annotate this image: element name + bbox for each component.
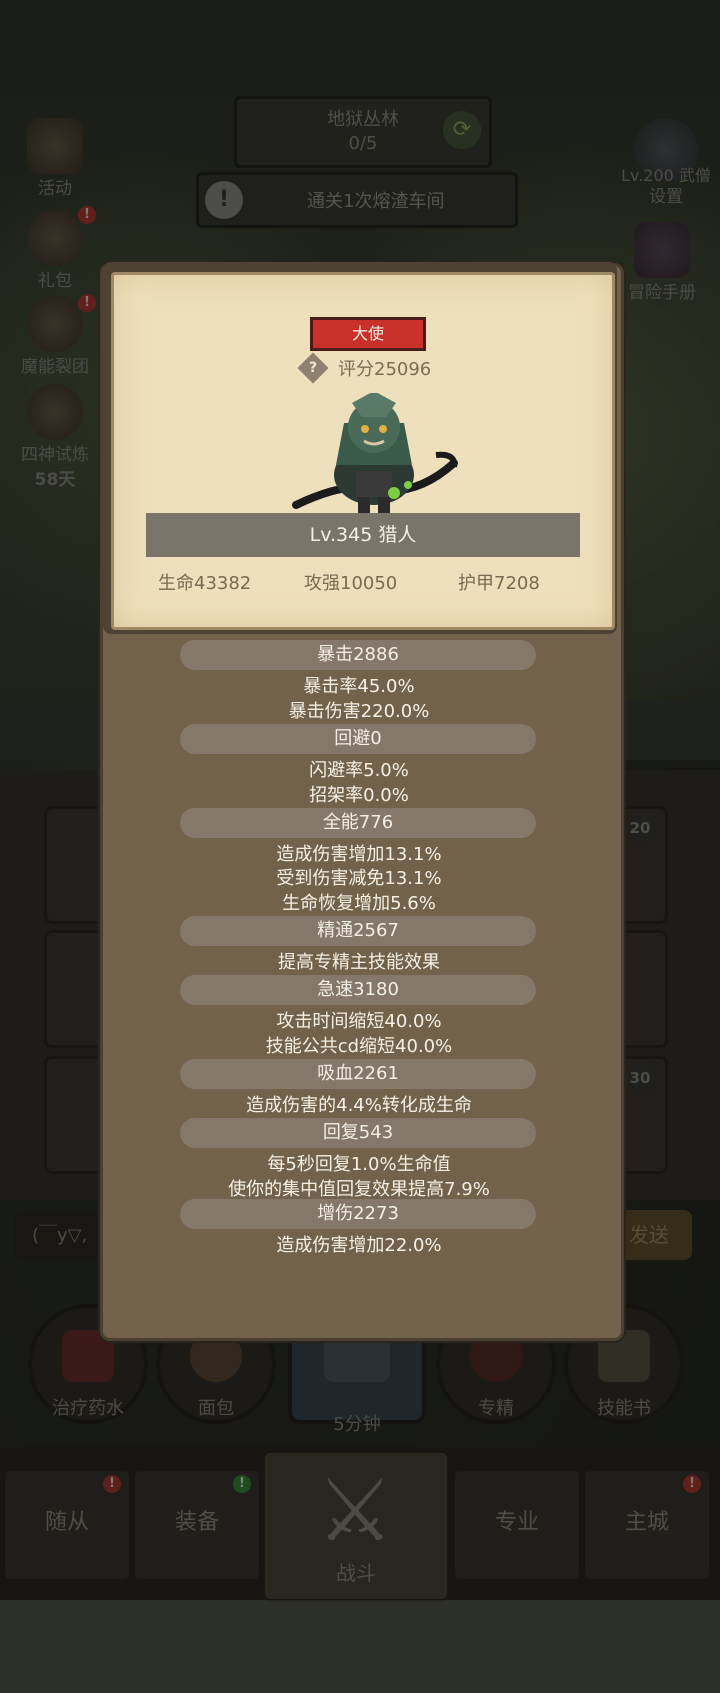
- attack-stat: 攻强10050: [304, 573, 398, 594]
- hero-score: 评分25096: [338, 359, 432, 380]
- attr-line: 造成伤害的4.4%转化成生命: [246, 1095, 472, 1116]
- attr-line: 招架率0.0%: [309, 785, 409, 806]
- hunter-portrait: [292, 393, 458, 519]
- attr-line: 暴击伤害220.0%: [288, 701, 430, 722]
- attr-line: 生命恢复增加5.6%: [282, 893, 436, 914]
- hero-name-bar: Lv.345 猎人: [146, 513, 580, 557]
- attr-header-crit: 暴击2886: [180, 640, 536, 670]
- role-badge: 大使: [310, 317, 426, 351]
- attr-line: 受到伤害减免13.1%: [276, 868, 442, 889]
- hp-stat: 生命43382: [158, 573, 252, 594]
- attr-line: 技能公共cd缩短40.0%: [265, 1036, 453, 1057]
- attr-line: 攻击时间缩短40.0%: [276, 1011, 442, 1032]
- attr-header-damage-bonus: 增伤2273: [180, 1199, 536, 1229]
- help-glyph: ?: [308, 360, 318, 376]
- attr-line: 造成伤害增加22.0%: [276, 1235, 442, 1256]
- attr-line: 提高专精主技能效果: [278, 952, 440, 973]
- attr-line: 造成伤害增加13.1%: [276, 844, 442, 865]
- attr-header-mastery: 精通2567: [180, 916, 536, 946]
- parchment-panel: 大使 ? 评分25096 Lv.345 猎人 生命43382 攻强10050 护…: [111, 272, 615, 630]
- attr-line: 闪避率5.0%: [309, 760, 409, 781]
- attr-line: 暴击率45.0%: [303, 676, 415, 697]
- attr-header-recovery: 回复543: [180, 1118, 536, 1148]
- attr-line: 使你的集中值回复效果提高7.9%: [228, 1179, 490, 1200]
- attr-header-avoidance: 回避0: [180, 724, 536, 754]
- attr-header-leech: 吸血2261: [180, 1059, 536, 1089]
- attr-header-versatility: 全能776: [180, 808, 536, 838]
- attr-line: 每5秒回复1.0%生命值: [267, 1154, 451, 1175]
- hero-card: 大使 ? 评分25096 Lv.345 猎人 生命43382 攻强10050 护…: [103, 262, 617, 634]
- armor-stat: 护甲7208: [458, 573, 540, 594]
- attr-header-haste: 急速3180: [180, 975, 536, 1005]
- help-icon[interactable]: ?: [297, 352, 329, 384]
